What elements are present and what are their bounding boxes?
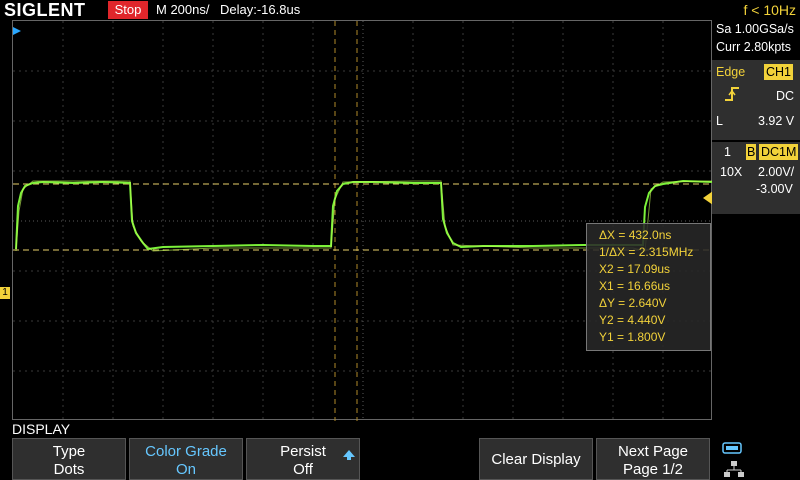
right-info-panel: Sa 1.00GSa/s Curr 2.80kpts Edge CH1 DC L… [712, 20, 800, 420]
trigger-type: Edge [716, 65, 746, 79]
softkey-value: Off [293, 461, 313, 478]
rising-edge-icon [725, 87, 739, 101]
trigger-panel[interactable]: Edge CH1 DC L 3.92 V [712, 60, 800, 140]
softkey-label: Clear Display [491, 451, 581, 468]
cursor-y2: Y2 = 4.440V [599, 313, 666, 327]
sample-rate: Sa 1.00GSa/s [716, 22, 794, 36]
softkey-type[interactable]: Type Dots [12, 438, 126, 480]
cursor-y1: Y1 = 1.800V [599, 330, 666, 344]
softkey-next-page[interactable]: Next Page Page 1/2 [596, 438, 710, 480]
channel1-ground-label[interactable]: 1 [0, 287, 10, 299]
softkey-persist[interactable]: Persist Off [246, 438, 360, 480]
cursor-x1: X1 = 16.66us [599, 279, 671, 293]
network-icon [724, 461, 744, 477]
channel1-scale: 2.00V/ [758, 165, 795, 179]
cursor-inv-delta-x: 1/ΔX = 2.315MHz [599, 245, 694, 259]
trigger-coupling: DC [776, 89, 795, 103]
trigger-position-marker[interactable] [13, 27, 21, 35]
delay-readout: Delay:-16.8us [220, 2, 301, 17]
softkey-label: Type [52, 443, 86, 460]
channel1-offset: -3.00V [756, 182, 793, 196]
softkey-label: Next Page [617, 443, 689, 460]
softkey-label: Color Grade [145, 443, 227, 460]
brand-logo: SIGLENT [4, 0, 86, 20]
graticule [13, 21, 713, 421]
softkey-value: Page 1/2 [622, 461, 684, 478]
waveform-display[interactable]: ΔX = 432.0ns 1/ΔX = 2.315MHz X2 = 17.09u… [12, 20, 713, 421]
run-stop-badge[interactable]: Stop [108, 1, 148, 19]
frequency-readout: f < 10Hz [743, 2, 796, 18]
cursor-x2: X2 = 17.09us [599, 262, 671, 276]
memory-depth: Curr 2.80kpts [716, 40, 792, 54]
softkey-value: Dots [53, 461, 85, 478]
channel1-number: 1 [724, 145, 731, 159]
cursor-measurement-panel: ΔX = 432.0ns 1/ΔX = 2.315MHz X2 = 17.09u… [586, 223, 711, 351]
menu-title: DISPLAY [12, 421, 71, 437]
softkey-value: On [175, 461, 196, 478]
channel1-coupling: DC1M [759, 144, 799, 160]
arrow-up-icon [343, 450, 355, 460]
usb-icon [722, 442, 742, 454]
softkey-color-grade[interactable]: Color Grade On [129, 438, 243, 480]
channel1-probe: 10X [720, 165, 743, 179]
top-status-bar: SIGLENT Stop M 200ns/ Delay:-16.8us f < … [0, 0, 800, 20]
trigger-source: CH1 [764, 64, 794, 80]
trigger-level: 3.92 V [758, 114, 795, 128]
cursor-delta-x: ΔX = 432.0ns [599, 228, 672, 242]
channel1-panel[interactable]: 1 B DC1M 10X 2.00V/ -3.00V [712, 142, 800, 214]
timebase-readout: M 200ns/ [156, 2, 210, 17]
trigger-level-label: L [716, 114, 723, 128]
softkey-clear-display[interactable]: Clear Display [479, 438, 593, 480]
cursor-delta-y: ΔY = 2.640V [599, 296, 667, 310]
channel1-bandwidth-badge: B [746, 144, 757, 160]
